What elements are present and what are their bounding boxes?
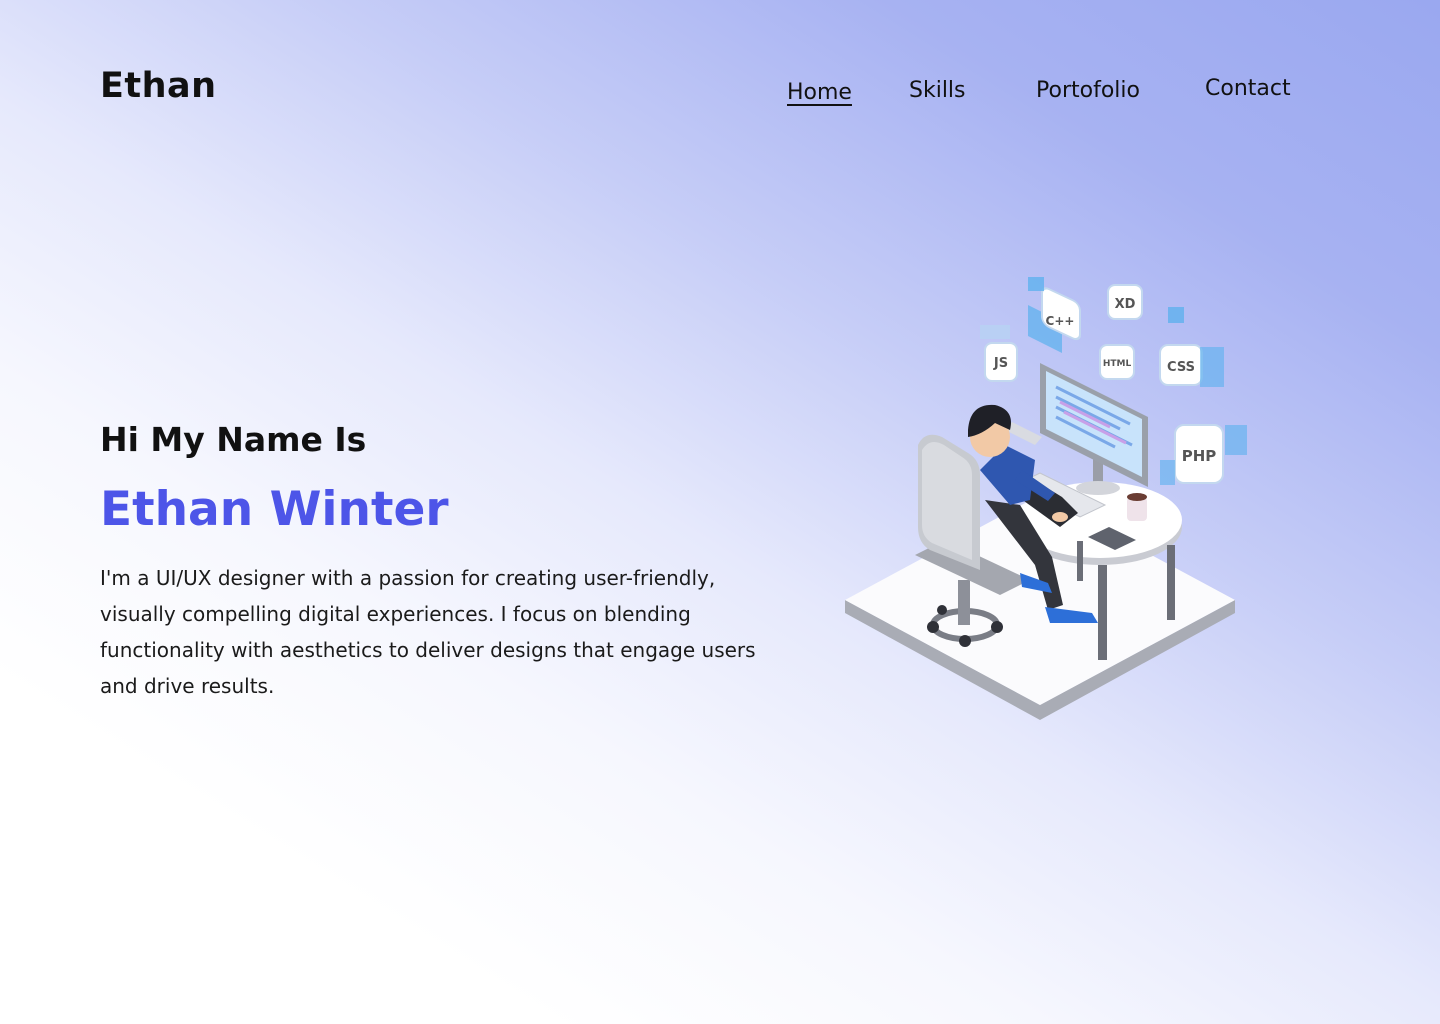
logo[interactable]: Ethan <box>100 66 217 106</box>
svg-text:HTML: HTML <box>1103 359 1132 369</box>
nav-contact-link[interactable]: Contact <box>1205 76 1291 101</box>
nav-home-link[interactable]: Home <box>787 80 852 105</box>
developer-at-desk-icon: C++ XD JS HTML CSS PHP <box>845 277 1247 720</box>
hero-name: Ethan Winter <box>100 482 449 537</box>
nav-skills-link[interactable]: Skills <box>909 78 966 103</box>
svg-text:JS: JS <box>993 356 1008 371</box>
svg-text:CSS: CSS <box>1167 360 1195 375</box>
svg-text:XD: XD <box>1115 297 1136 312</box>
hero-greeting: Hi My Name Is <box>100 420 367 459</box>
hero-bio: I'm a UI/UX designer with a passion for … <box>100 566 756 698</box>
developer-illustration: C++ XD JS HTML CSS PHP <box>830 265 1260 739</box>
svg-text:PHP: PHP <box>1182 447 1217 465</box>
nav-portfolio-link[interactable]: Portofolio <box>1036 78 1140 103</box>
svg-text:C++: C++ <box>1046 314 1075 328</box>
